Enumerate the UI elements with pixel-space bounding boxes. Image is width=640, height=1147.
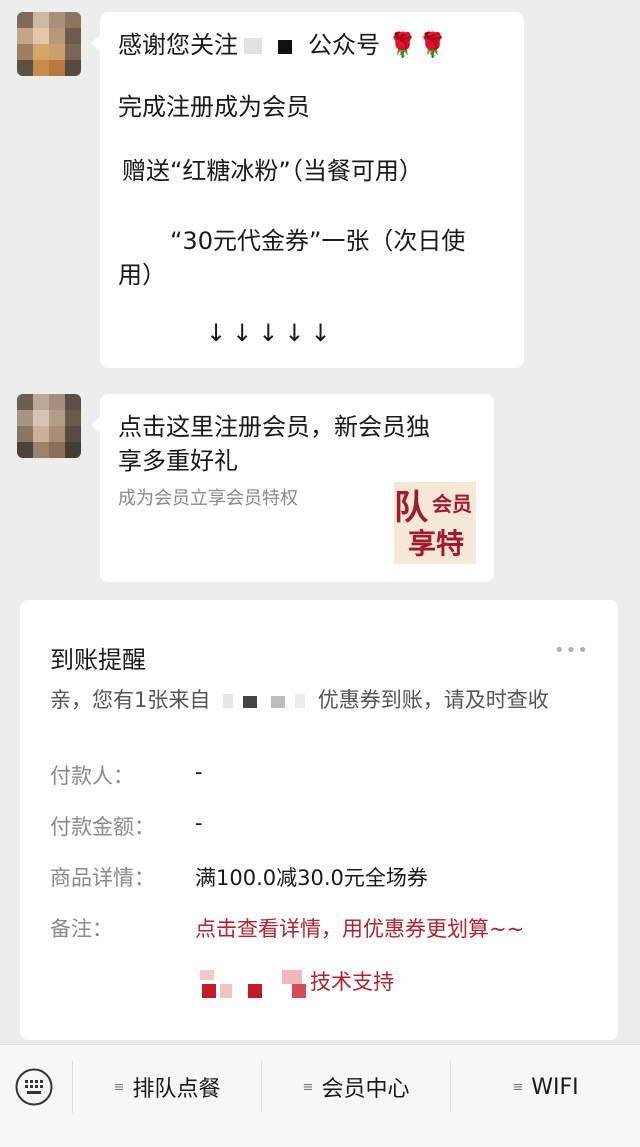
field-value: - [195,760,203,784]
redacted-name [198,968,310,998]
message-line: 完成注册成为会员 [118,93,310,121]
remark-link[interactable]: 点击查看详情，用优惠券更划算~~ [195,913,524,943]
link-description: 成为会员立享会员特权 [118,488,298,509]
menu-lines-icon: ≡ [302,1079,314,1095]
link-title: 享多重好礼 [118,447,238,475]
menu-lines-icon: ≡ [512,1079,524,1095]
message-line: 用） [118,261,166,289]
card-intro: 亲，您有1张来自 优惠券到账，请及时查收 [50,688,549,712]
field-value: - [195,811,203,835]
arrows-text: ↓↓↓↓↓ [206,319,337,347]
message-line: 感谢您关注 公众号 🌹🌹 [118,28,447,62]
message-text: 公众号 [308,31,380,59]
field-label: 备注： [50,917,113,941]
card-title: 到账提醒 [50,646,146,674]
message-text: 感谢您关注 [118,31,238,59]
keyboard-icon [15,1068,53,1106]
link-title: 点击这里注册会员，新会员独 [118,413,430,441]
rose-emoji: 🌹🌹 [387,31,448,59]
link-card-message[interactable]: 点击这里注册会员，新会员独 享多重好礼 成为会员立享会员特权 队 会员 享特 [91,394,494,582]
redacted-name [217,690,311,712]
menu-item-member-center[interactable]: ≡ 会员中心 [262,1045,450,1129]
field-label: 付款金额： [50,815,155,839]
field-label: 商品详情： [50,866,155,890]
bottom-menu-bar: ≡ 排队点餐 ≡ 会员中心 ≡ WIFI [0,1044,640,1147]
menu-item-wifi[interactable]: ≡ WIFI [451,1045,640,1129]
field-label: 付款人： [50,764,134,788]
menu-lines-icon: ≡ [113,1079,125,1095]
avatar[interactable] [17,394,81,458]
message-line: “30元代金券”一张（次日使 [170,227,466,255]
message-bubble: 感谢您关注 公众号 🌹🌹 完成注册成为会员 赠送“红糖冰粉”（当餐可用） “30… [91,12,524,368]
field-value: 满100.0减30.0元全场券 [195,866,428,890]
keyboard-toggle-button[interactable] [14,1067,54,1107]
message-line: 赠送“红糖冰粉”（当餐可用） [122,157,423,185]
redacted-name [238,34,308,58]
link-thumbnail: 队 会员 享特 [394,482,476,564]
notification-card[interactable]: 到账提醒 ••• 亲，您有1张来自 优惠券到账，请及时查收 付款人： - 付款金… [20,600,618,1040]
menu-item-queue-order[interactable]: ≡ 排队点餐 [73,1045,261,1129]
support-text: 技术支持 [198,966,394,998]
more-icon[interactable]: ••• [554,640,589,661]
avatar[interactable] [17,12,81,76]
